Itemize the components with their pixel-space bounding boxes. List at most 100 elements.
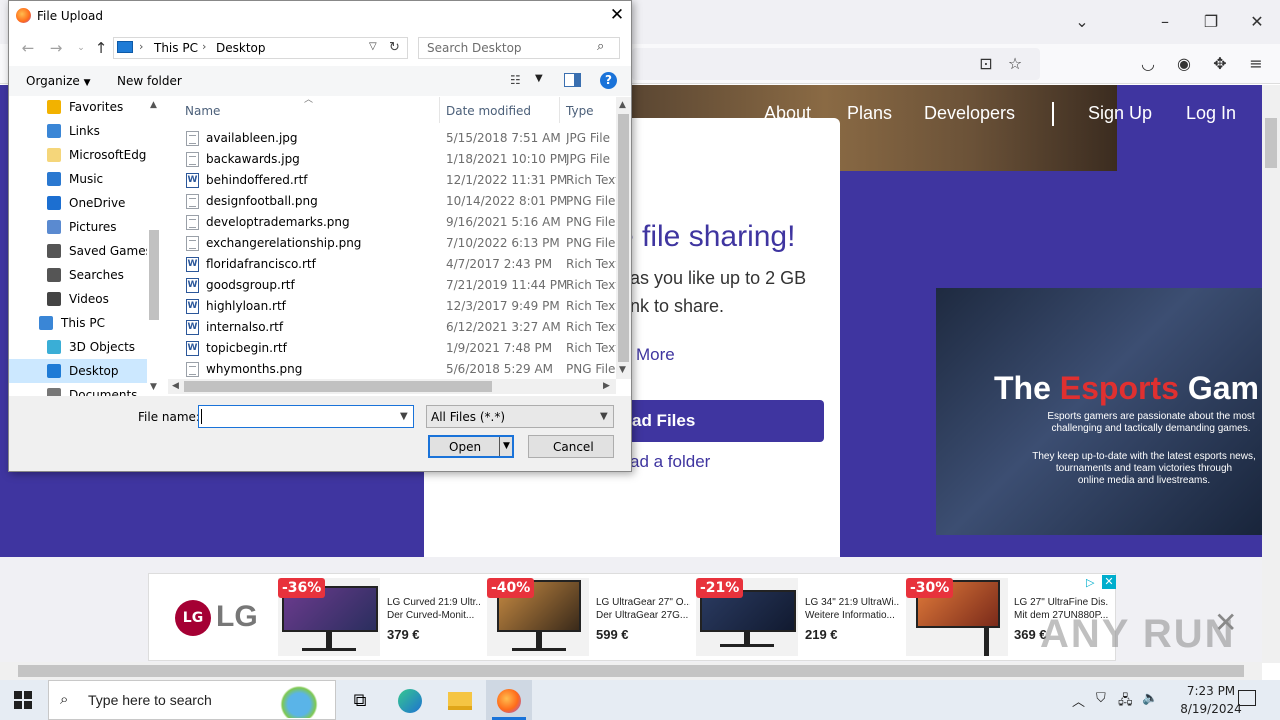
clock-date[interactable]: 8/19/2024	[1174, 702, 1248, 716]
close-window-icon[interactable]: ✕	[1245, 10, 1269, 34]
nav-item-favorites[interactable]: Favorites	[9, 97, 149, 119]
nav-signup-link[interactable]: Sign Up	[1088, 103, 1152, 124]
nav-item-music[interactable]: Music	[9, 167, 149, 191]
file-list-horizontal-thumb[interactable]	[184, 381, 492, 392]
edge-icon[interactable]	[390, 684, 430, 718]
adchoices-icon[interactable]: ▷	[1086, 576, 1100, 590]
learn-more-link[interactable]: More	[636, 345, 675, 365]
nav-item-desktop[interactable]: Desktop	[9, 359, 149, 383]
nav-login-link[interactable]: Log In	[1186, 103, 1236, 124]
dialog-close-icon[interactable]: ✕	[606, 4, 628, 26]
column-date-header[interactable]: Date modified	[446, 104, 531, 118]
nav-item-videos[interactable]: Videos	[9, 287, 149, 311]
file-list-vertical-thumb[interactable]	[618, 114, 629, 362]
menu-icon[interactable]: ≡	[1246, 54, 1266, 74]
account-icon[interactable]: ◉	[1174, 54, 1194, 74]
file-name-input[interactable]	[198, 405, 414, 428]
page-vertical-scrollbar[interactable]	[1262, 85, 1280, 663]
task-view-icon[interactable]: ⧉	[340, 684, 380, 718]
file-type-dropdown-icon[interactable]: ▼	[600, 411, 608, 422]
file-row[interactable]: exchangerelationship.png 7/10/2022 6:13 P…	[168, 233, 616, 254]
security-icon[interactable]: ⛉	[1096, 691, 1106, 706]
column-type-header[interactable]: Type	[566, 104, 594, 118]
nav-item-saved-games[interactable]: Saved Games	[9, 239, 152, 263]
file-scroll-left-icon[interactable]: ◀	[172, 381, 179, 391]
pocket-icon[interactable]: ◡	[1138, 54, 1158, 74]
nav-item-microsoftedge[interactable]: MicrosoftEdge	[9, 143, 154, 167]
file-row[interactable]: goodsgroup.rtf 7/21/2019 11:44 PMRich Tex…	[168, 275, 616, 296]
nav-item-links[interactable]: Links	[9, 119, 149, 143]
ad-close-icon[interactable]: ✕	[1102, 575, 1116, 589]
forward-arrow-icon[interactable]: →	[47, 39, 65, 57]
ad-product-name[interactable]: LG Curved 21:9 Ultr... Der Curved-Monit..…	[387, 596, 481, 622]
column-name-header[interactable]: Name	[185, 104, 220, 118]
file-row[interactable]: availableen.jpg 5/15/2018 7:51 AM JPG File	[168, 128, 616, 149]
volume-icon[interactable]: 🔈	[1142, 691, 1158, 706]
file-explorer-icon[interactable]	[440, 684, 480, 718]
back-arrow-icon[interactable]: ←	[19, 39, 37, 57]
view-dropdown-icon[interactable]: ▼	[535, 73, 543, 84]
search-highlight-icon[interactable]	[268, 684, 330, 718]
file-row[interactable]: floridafrancisco.rtf 4/7/2017 2:43 PM Rich…	[168, 254, 616, 275]
start-button[interactable]	[14, 691, 32, 709]
file-scroll-down-icon[interactable]: ▼	[619, 365, 626, 375]
nav-item-label: Desktop	[69, 364, 119, 378]
tab-list-chevron-icon[interactable]: ⌄	[1070, 10, 1094, 34]
file-row[interactable]: developtrademarks.png 9/16/2021 5:16 AM PN…	[168, 212, 616, 233]
breadcrumb-desktop[interactable]: Desktop	[216, 41, 266, 55]
nav-item-searches[interactable]: Searches	[9, 263, 149, 287]
column-separator[interactable]	[439, 97, 440, 123]
nav-item-pictures[interactable]: Pictures	[9, 215, 149, 239]
network-icon[interactable]: 🖧	[1118, 691, 1133, 713]
organize-button[interactable]: Organize ▼	[26, 74, 91, 88]
nav-item-3d-objects[interactable]: 3D Objects	[9, 335, 149, 359]
upload-folder-link[interactable]: ad a folder	[630, 452, 710, 472]
file-type: JPG File	[566, 131, 610, 145]
recent-locations-chevron-icon[interactable]: ⌄	[72, 39, 90, 57]
file-name-dropdown-icon[interactable]: ▼	[400, 411, 408, 422]
minimize-icon[interactable]: –	[1153, 10, 1177, 34]
page-vertical-scroll-thumb[interactable]	[1265, 118, 1277, 168]
file-type: Rich Text	[566, 299, 616, 313]
file-scroll-up-icon[interactable]: ▲	[619, 100, 626, 110]
file-row[interactable]: backawards.jpg 1/18/2021 10:10 PM JPG File	[168, 149, 616, 170]
nav-developers-link[interactable]: Developers	[924, 103, 1015, 124]
breadcrumb-this-pc[interactable]: This PC	[154, 41, 198, 55]
nav-item-documents[interactable]: Documents	[9, 383, 149, 397]
refresh-icon[interactable]: ↻	[389, 40, 400, 55]
preview-pane-icon[interactable]	[564, 73, 581, 87]
file-scroll-right-icon[interactable]: ▶	[603, 381, 610, 391]
new-folder-button[interactable]: New folder	[117, 74, 182, 88]
file-row[interactable]: behindoffered.rtf 12/1/2022 11:31 PMRich …	[168, 170, 616, 191]
nav-item-onedrive[interactable]: OneDrive	[9, 191, 149, 215]
restore-icon[interactable]: ❐	[1199, 10, 1223, 34]
open-dropdown-icon[interactable]: ▼	[503, 441, 510, 451]
notifications-icon[interactable]	[1238, 690, 1256, 706]
search-icon[interactable]: ⌕	[597, 39, 604, 54]
image-permission-icon[interactable]: ⊡	[976, 54, 996, 74]
file-row[interactable]: designfootball.png 10/14/2022 8:01 PM PNG …	[168, 191, 616, 212]
up-arrow-icon[interactable]: ↑	[92, 39, 110, 57]
ad-name-line1: LG 34" 21:9 UltraWi...	[805, 597, 899, 608]
nav-plans-link[interactable]: Plans	[847, 103, 892, 124]
page-horizontal-scroll-thumb[interactable]	[18, 665, 1244, 677]
column-separator[interactable]	[559, 97, 560, 123]
file-row[interactable]: whymonths.png 5/6/2018 5:29 AM PNG File	[168, 359, 616, 380]
nav-scroll-up-icon[interactable]: ▲	[150, 100, 157, 110]
nav-scroll-thumb[interactable]	[149, 230, 159, 320]
file-row[interactable]: internalso.rtf 6/12/2021 3:27 AM Rich Text	[168, 317, 616, 338]
ad-product-name[interactable]: LG UltraGear 27" O... Der UltraGear 27G..…	[596, 596, 690, 622]
file-row[interactable]: highlyloan.rtf 12/3/2017 9:49 PM Rich Text	[168, 296, 616, 317]
bookmark-star-icon[interactable]: ☆	[1005, 54, 1025, 74]
ad-product-name[interactable]: LG 34" 21:9 UltraWi... Weitere Informatio…	[805, 596, 899, 622]
show-hidden-icons-icon[interactable]: ︿	[1072, 691, 1085, 710]
file-row[interactable]: topicbegin.rtf 1/9/2021 7:48 PM Rich Text	[168, 338, 616, 359]
extensions-icon[interactable]: ✥	[1210, 54, 1230, 74]
help-icon[interactable]: ?	[600, 72, 617, 89]
view-options-icon[interactable]: ☷	[510, 73, 521, 87]
address-dropdown-icon[interactable]: ▽	[369, 41, 377, 52]
firefox-icon[interactable]	[489, 684, 529, 718]
clock-time[interactable]: 7:23 PM	[1174, 684, 1248, 698]
nav-scroll-down-icon[interactable]: ▼	[150, 382, 157, 392]
nav-item-this-pc[interactable]: This PC	[9, 311, 149, 335]
